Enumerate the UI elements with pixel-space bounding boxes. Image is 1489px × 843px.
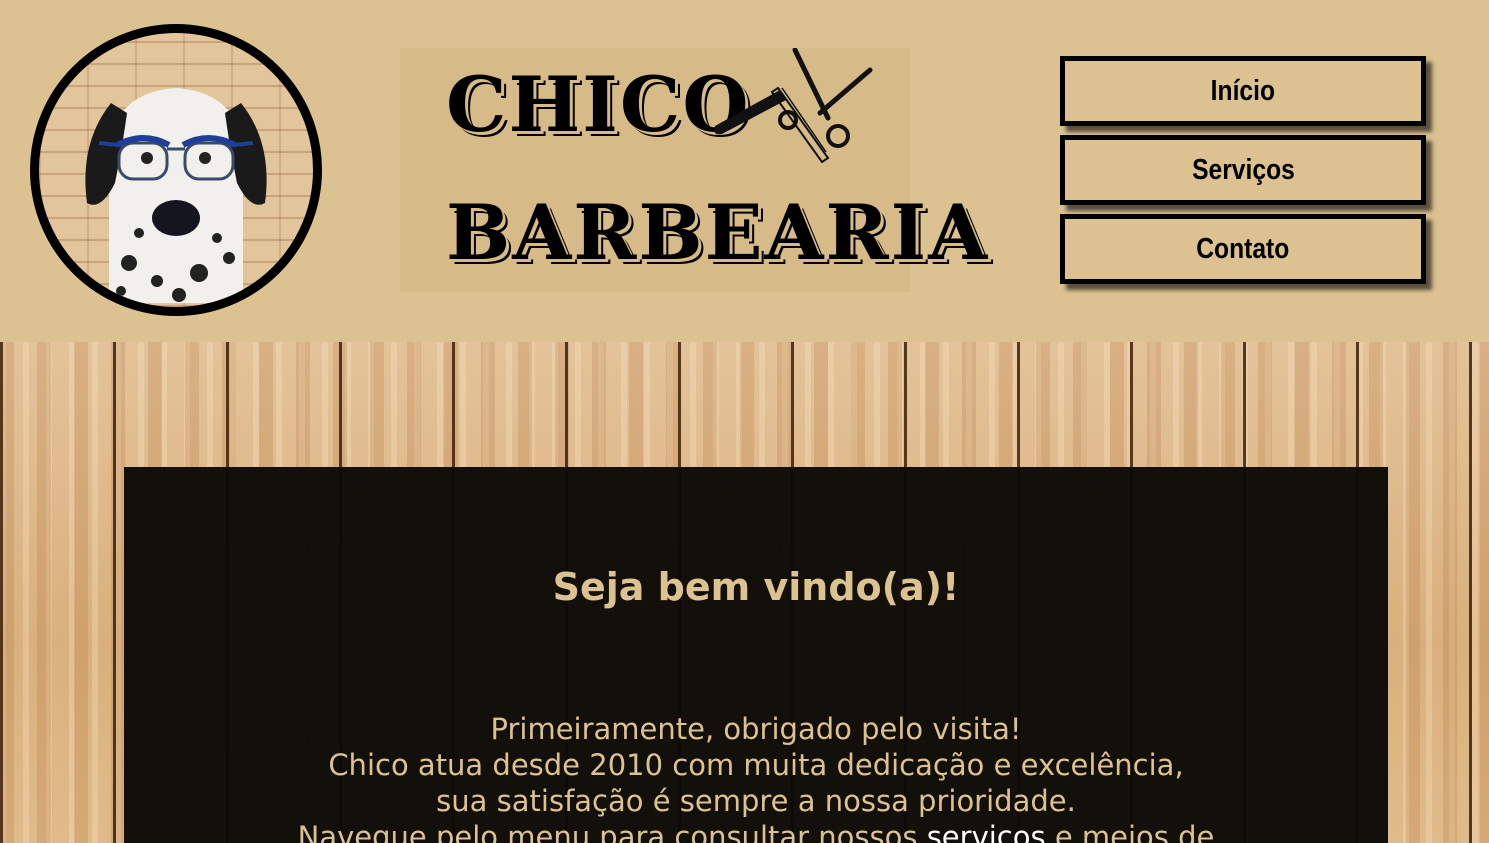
main-nav: Início Serviços Contato [1060,56,1426,284]
intro-line-1: Primeiramente, obrigado pelo visita! [490,712,1022,746]
brand-logo: CHICO BARBEARIA [400,48,987,292]
servicos-link[interactable]: serviços [927,820,1046,843]
intro-line-4-end: e meios de [1054,820,1215,843]
site-header: CHICO BARBEARIA Início Serviços Contato [0,0,1489,342]
intro-line-3: sua satisfação é sempre a nossa priorida… [436,784,1076,818]
intro-line-4-start: Navegue pelo menu para consultar nossos [297,820,918,843]
welcome-panel: Seja bem vindo(a)! Primeiramente, obriga… [124,467,1388,843]
intro-line-4: Navegue pelo menu para consultar nossos … [124,819,1388,843]
logo-text-chico: CHICO [446,60,751,149]
nav-button-contato[interactable]: Contato [1060,214,1426,284]
nav-button-inicio[interactable]: Início [1060,56,1426,126]
logo-text-barbearia: BARBEARIA [446,188,990,277]
intro-text: Primeiramente, obrigado pelo visita! Chi… [124,711,1388,843]
razor-scissors-icon [714,48,873,163]
nav-label-inicio: Início [1210,74,1276,107]
nav-label-contato: Contato [1196,232,1290,265]
nav-button-servicos[interactable]: Serviços [1060,135,1426,205]
intro-line-2: Chico atua desde 2010 com muita dedicaçã… [328,748,1184,782]
dalmatian-with-glasses-image [85,88,267,303]
dalmatian-avatar [30,24,322,316]
nav-label-servicos: Serviços [1191,153,1295,186]
welcome-heading: Seja bem vindo(a)! [552,565,960,609]
